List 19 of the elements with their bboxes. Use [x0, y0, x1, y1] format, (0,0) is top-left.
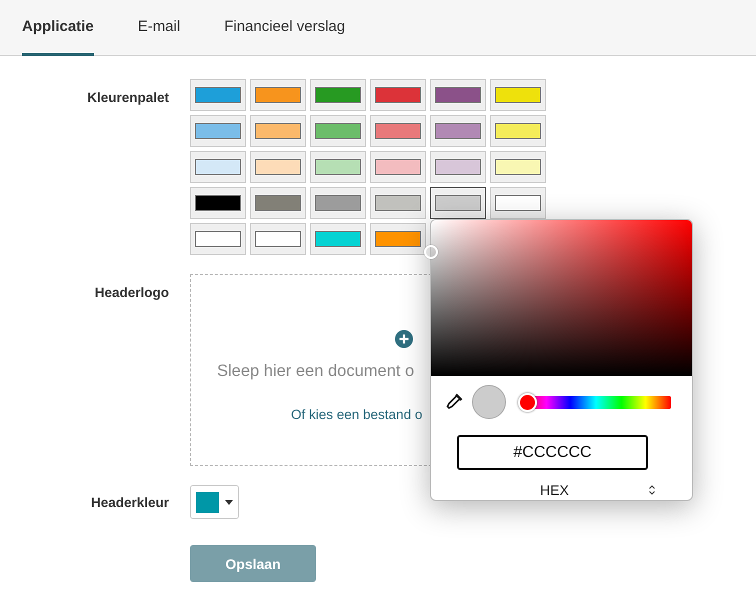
tab[interactable]: Financieel verslag: [224, 0, 346, 56]
slider-thumb[interactable]: [518, 392, 537, 412]
tab[interactable]: Applicatie: [22, 0, 94, 56]
hex-input[interactable]: #CCCCCC: [457, 435, 648, 470]
picker-handle[interactable]: [424, 245, 438, 259]
tab[interactable]: E-mail: [138, 0, 180, 56]
format-select[interactable]: HEX: [540, 482, 569, 498]
saturation-area[interactable]: [431, 220, 692, 376]
palette-swatch[interactable]: [430, 187, 486, 219]
color-dropdown[interactable]: [190, 485, 239, 519]
field-label: Kleurenpalet: [87, 90, 169, 105]
eyedropper-icon[interactable]: [445, 393, 463, 411]
add-icon: [395, 330, 413, 348]
field-label: Headerkleur: [90, 495, 169, 510]
field-label: Headerlogo: [94, 285, 169, 300]
up-down-icon[interactable]: [648, 485, 655, 495]
caret-icon: [225, 500, 233, 504]
drop-hint: Sleep hier een document o: [217, 362, 414, 381]
choose-file-link[interactable]: Of kies een bestand o: [291, 407, 422, 422]
